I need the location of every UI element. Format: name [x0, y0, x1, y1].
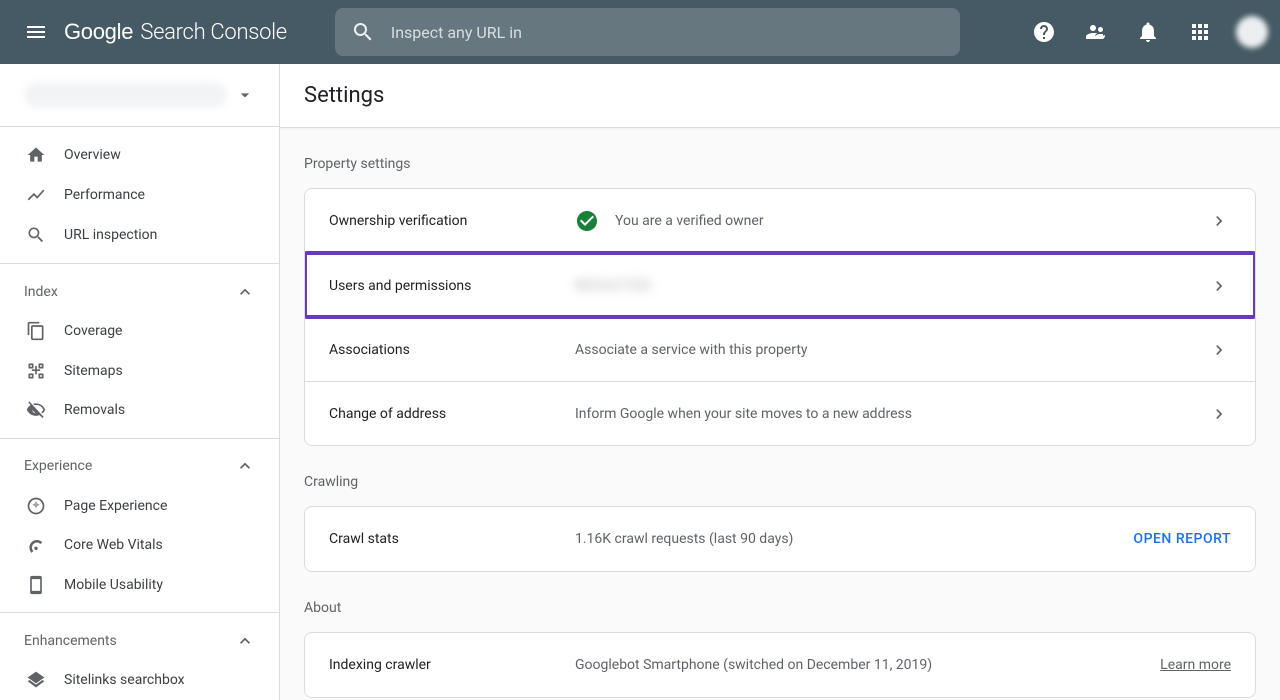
- visibility-off-icon: [26, 400, 46, 420]
- help-icon: [1032, 20, 1056, 44]
- nav-label: Mobile Usability: [64, 577, 163, 593]
- verified-badge: [575, 209, 599, 233]
- row-status-text: Googlebot Smartphone (switched on Decemb…: [575, 657, 932, 673]
- nav-core-web-vitals[interactable]: Core Web Vitals: [0, 525, 279, 564]
- row-associations[interactable]: Associations Associate a service with th…: [305, 317, 1255, 381]
- row-change-of-address[interactable]: Change of address Inform Google when you…: [305, 381, 1255, 445]
- chevron-right-icon: [1207, 209, 1231, 233]
- nav-page-experience[interactable]: Page Experience: [0, 486, 279, 525]
- chevron-right-icon: [1207, 402, 1231, 426]
- speed-icon: [26, 535, 46, 555]
- nav-mobile-usability[interactable]: Mobile Usability: [0, 565, 279, 604]
- row-label: Indexing crawler: [329, 657, 575, 673]
- manage-users-button[interactable]: [1072, 8, 1120, 56]
- row-label: Associations: [329, 342, 575, 358]
- url-inspection-search[interactable]: [335, 8, 960, 56]
- search-icon: [26, 225, 46, 245]
- nav-sitelinks-searchbox[interactable]: Sitelinks searchbox: [0, 661, 279, 700]
- top-header: Google Search Console: [0, 0, 1280, 64]
- search-input[interactable]: [391, 23, 944, 42]
- property-name-redacted: [24, 83, 227, 107]
- nav-label: Core Web Vitals: [64, 537, 163, 553]
- divider: [0, 263, 279, 264]
- nav-section-enhancements[interactable]: Enhancements: [0, 621, 279, 660]
- row-status-text: 1.16K crawl requests (last 90 days): [575, 531, 793, 547]
- check-circle-icon: [575, 209, 599, 233]
- sitemap-icon: [26, 361, 46, 381]
- logo-google: Google: [64, 19, 133, 44]
- row-label: Change of address: [329, 406, 575, 422]
- nav-section-index[interactable]: Index: [0, 272, 279, 311]
- bell-icon: [1136, 20, 1160, 44]
- row-ownership-verification[interactable]: Ownership verification You are a verifie…: [305, 189, 1255, 253]
- row-status-text: You are a verified owner: [615, 213, 764, 229]
- nav-label: Overview: [64, 147, 121, 163]
- chevron-up-icon: [235, 282, 255, 302]
- trend-icon: [26, 185, 46, 205]
- product-logo[interactable]: Google Search Console: [64, 19, 287, 45]
- section-label-property: Property settings: [304, 156, 1256, 172]
- nav-label: Removals: [64, 402, 125, 418]
- divider: [0, 612, 279, 613]
- nav-label: Coverage: [64, 323, 122, 339]
- section-label-crawling: Crawling: [304, 474, 1256, 490]
- property-settings-card: Ownership verification You are a verifie…: [304, 188, 1256, 446]
- row-status-text: Inform Google when your site moves to a …: [575, 406, 912, 422]
- nav-label: URL inspection: [64, 227, 157, 243]
- home-icon: [26, 145, 46, 165]
- row-label: Crawl stats: [329, 531, 575, 547]
- apps-button[interactable]: [1176, 8, 1224, 56]
- phone-icon: [26, 575, 46, 595]
- help-button[interactable]: [1020, 8, 1068, 56]
- sidebar: Overview Performance URL inspection Inde…: [0, 64, 280, 700]
- apps-icon: [1188, 20, 1212, 44]
- nav-removals[interactable]: Removals: [0, 390, 279, 429]
- crawling-card: Crawl stats 1.16K crawl requests (last 9…: [304, 506, 1256, 572]
- divider: [0, 438, 279, 439]
- row-label: Users and permissions: [329, 278, 575, 294]
- row-status-redacted: REDACTED: [575, 278, 652, 294]
- row-label: Ownership verification: [329, 213, 575, 229]
- menu-icon: [24, 20, 48, 44]
- row-users-and-permissions[interactable]: Users and permissions REDACTED: [305, 253, 1255, 317]
- nav-coverage[interactable]: Coverage: [0, 311, 279, 350]
- learn-more-link[interactable]: Learn more: [1160, 657, 1231, 673]
- dropdown-icon: [235, 85, 255, 105]
- people-settings-icon: [1084, 20, 1108, 44]
- section-label-about: About: [304, 600, 1256, 616]
- chevron-right-icon: [1207, 338, 1231, 362]
- nav-section-experience[interactable]: Experience: [0, 447, 279, 486]
- nav-label: Sitelinks searchbox: [64, 672, 185, 688]
- main-panel: Settings Property settings Ownership ver…: [280, 64, 1280, 700]
- chevron-right-icon: [1207, 274, 1231, 298]
- page-title: Settings: [304, 83, 384, 108]
- nav-url-inspection[interactable]: URL inspection: [0, 215, 279, 255]
- page-header: Settings: [280, 64, 1280, 128]
- chevron-up-icon: [235, 631, 255, 651]
- row-crawl-stats[interactable]: Crawl stats 1.16K crawl requests (last 9…: [305, 507, 1255, 571]
- circle-icon: [26, 496, 46, 516]
- layers-icon: [26, 670, 46, 690]
- search-icon: [351, 20, 375, 44]
- open-report-link[interactable]: OPEN REPORT: [1133, 531, 1231, 547]
- account-avatar[interactable]: [1236, 16, 1268, 48]
- nav-overview[interactable]: Overview: [0, 135, 279, 175]
- notifications-button[interactable]: [1124, 8, 1172, 56]
- row-status-text: Associate a service with this property: [575, 342, 808, 358]
- menu-button[interactable]: [12, 8, 60, 56]
- nav-sitemaps[interactable]: Sitemaps: [0, 351, 279, 390]
- about-card: Indexing crawler Googlebot Smartphone (s…: [304, 632, 1256, 698]
- nav-label: Performance: [64, 187, 145, 203]
- property-selector[interactable]: [0, 64, 279, 127]
- nav-label: Sitemaps: [64, 363, 123, 379]
- chevron-up-icon: [235, 456, 255, 476]
- nav-label: Page Experience: [64, 498, 167, 514]
- logo-search-console: Search Console: [140, 20, 287, 45]
- row-indexing-crawler[interactable]: Indexing crawler Googlebot Smartphone (s…: [305, 633, 1255, 697]
- coverage-icon: [26, 321, 46, 341]
- nav-performance[interactable]: Performance: [0, 175, 279, 215]
